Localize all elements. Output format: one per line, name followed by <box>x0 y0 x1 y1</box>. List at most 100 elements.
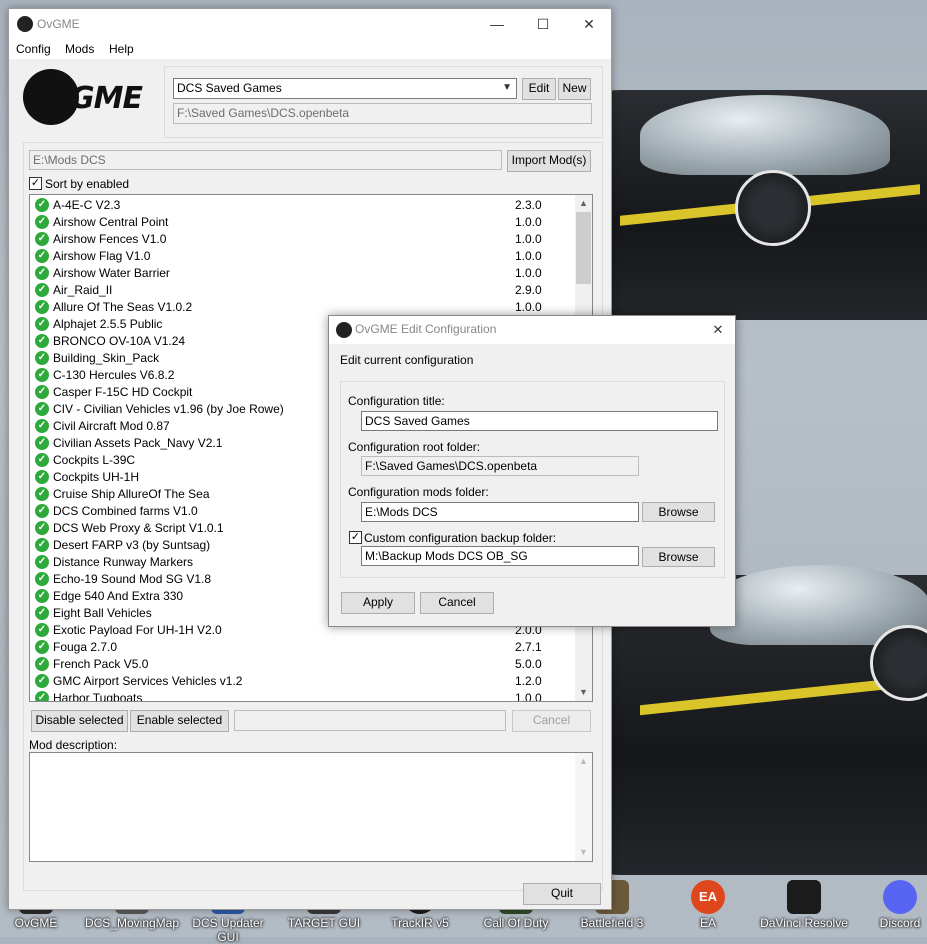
browse-mods-button[interactable]: Browse <box>642 502 715 522</box>
edit-config-button[interactable]: Edit <box>522 78 556 100</box>
mod-name: Eight Ball Vehicles <box>53 606 152 620</box>
cancel-progress-button[interactable]: Cancel <box>512 710 591 732</box>
sort-by-enabled-label: Sort by enabled <box>45 177 130 191</box>
desktop-icon-label: TARGET GUI <box>287 916 361 930</box>
ea-icon: EA <box>691 880 725 914</box>
config-title-label: Configuration title: <box>348 394 445 408</box>
enabled-check-icon: ✓ <box>35 334 49 348</box>
cancel-button[interactable]: Cancel <box>420 592 494 614</box>
menu-mods[interactable]: Mods <box>65 42 94 56</box>
enabled-check-icon: ✓ <box>35 470 49 484</box>
scroll-down-icon[interactable]: ▼ <box>575 844 592 861</box>
config-title-input[interactable]: DCS Saved Games <box>361 411 718 431</box>
mod-name: Cockpits L-39C <box>53 453 136 467</box>
mod-list-item[interactable]: ✓ Airshow Flag V1.0 1.0.0 <box>30 248 575 265</box>
sort-by-enabled-checkbox[interactable]: ✓ <box>29 177 42 190</box>
new-config-button[interactable]: New <box>558 78 591 100</box>
mod-version: 1.0.0 <box>515 266 542 280</box>
minimize-icon[interactable]: — <box>475 13 519 35</box>
desktop-icon-label: Discord <box>879 916 921 930</box>
mod-list-item[interactable]: ✓ Air_Raid_II 2.9.0 <box>30 282 575 299</box>
enabled-check-icon: ✓ <box>35 266 49 280</box>
mod-version: 1.0.0 <box>515 215 542 229</box>
quit-button[interactable]: Quit <box>523 883 601 905</box>
root-folder-field: F:\Saved Games\DCS.openbeta <box>361 456 639 476</box>
mod-version: 1.2.0 <box>515 674 542 688</box>
mod-name: Exotic Payload For UH-1H V2.0 <box>53 623 222 637</box>
enabled-check-icon: ✓ <box>35 249 49 263</box>
mod-list-item[interactable]: ✓ Harbor Tugboats 1.0.0 <box>30 690 575 702</box>
enabled-check-icon: ✓ <box>35 555 49 569</box>
enabled-check-icon: ✓ <box>35 453 49 467</box>
menu-config[interactable]: Config <box>16 42 51 56</box>
dialog-heading: Edit current configuration <box>340 353 474 367</box>
enable-selected-button[interactable]: Enable selected <box>130 710 229 732</box>
mod-name: Civilian Assets Pack_Navy V2.1 <box>53 436 223 450</box>
dialog-titlebar: OvGME Edit Configuration ✕ <box>329 316 735 344</box>
mod-list-item[interactable]: ✓ GMC Airport Services Vehicles v1.2 1.2.0 <box>30 673 575 690</box>
custom-backup-checkbox[interactable]: ✓ <box>349 531 362 544</box>
enabled-check-icon: ✓ <box>35 674 49 688</box>
enabled-check-icon: ✓ <box>35 300 49 314</box>
enabled-check-icon: ✓ <box>35 198 49 212</box>
backup-folder-input[interactable]: M:\Backup Mods DCS OB_SG <box>361 546 639 566</box>
menu-help[interactable]: Help <box>109 42 134 56</box>
scroll-down-icon[interactable]: ▼ <box>575 684 592 701</box>
mod-name: Harbor Tugboats <box>53 691 143 702</box>
mod-name: CIV - Civilian Vehicles v1.96 (by Joe Ro… <box>53 402 284 416</box>
enabled-check-icon: ✓ <box>35 368 49 382</box>
mod-name: Allure Of The Seas V1.0.2 <box>53 300 193 314</box>
import-mods-button[interactable]: Import Mod(s) <box>507 150 591 172</box>
mod-name: Desert FARP v3 (by Suntsag) <box>53 538 211 552</box>
desktop-icon-label: OvGME <box>14 916 58 930</box>
mod-list-item[interactable]: ✓ Allure Of The Seas V1.0.2 1.0.0 <box>30 299 575 316</box>
wallpaper-badge-top <box>735 170 811 246</box>
desktop-icon-discord[interactable]: Discord <box>852 880 927 930</box>
mod-name: Edge 540 And Extra 330 <box>53 589 184 603</box>
config-select[interactable]: DCS Saved Games ▼ <box>173 78 517 99</box>
desktop-icon-davinci[interactable]: DaVinci Resolve <box>756 880 852 930</box>
maximize-icon[interactable]: ☐ <box>521 13 565 35</box>
disable-selected-button[interactable]: Disable selected <box>31 710 128 732</box>
window-title: OvGME <box>37 17 80 31</box>
scroll-up-icon[interactable]: ▲ <box>575 195 592 212</box>
progress-bar <box>234 710 506 731</box>
mod-list-item[interactable]: ✓ Fouga 2.7.0 2.7.1 <box>30 639 575 656</box>
mod-version: 2.3.0 <box>515 198 542 212</box>
desktop-icon-ea[interactable]: EA EA <box>660 880 756 930</box>
mod-list-item[interactable]: ✓ Airshow Fences V1.0 1.0.0 <box>30 231 575 248</box>
mod-list-item[interactable]: ✓ A-4E-C V2.3 2.3.0 <box>30 197 575 214</box>
mod-name: Fouga 2.7.0 <box>53 640 118 654</box>
close-icon[interactable]: ✕ <box>707 320 729 340</box>
dialog-title: OvGME Edit Configuration <box>355 322 497 336</box>
enabled-check-icon: ✓ <box>35 215 49 229</box>
mod-name: Cruise Ship AllureOf The Sea <box>53 487 210 501</box>
mod-version: 2.9.0 <box>515 283 542 297</box>
mod-list-item[interactable]: ✓ Airshow Central Point 1.0.0 <box>30 214 575 231</box>
mod-name: Building_Skin_Pack <box>53 351 160 365</box>
enabled-check-icon: ✓ <box>35 436 49 450</box>
mod-name: Air_Raid_II <box>53 283 113 297</box>
mod-list-item[interactable]: ✓ French Pack V5.0 5.0.0 <box>30 656 575 673</box>
mod-name: A-4E-C V2.3 <box>53 198 121 212</box>
description-scrollbar[interactable]: ▲ ▼ <box>575 753 592 861</box>
mod-name: French Pack V5.0 <box>53 657 149 671</box>
mod-description-box[interactable]: ▲ ▼ <box>29 752 593 862</box>
davinci-resolve-icon <box>787 880 821 914</box>
enabled-check-icon: ✓ <box>35 283 49 297</box>
mods-folder-input[interactable]: E:\Mods DCS <box>361 502 639 522</box>
scroll-up-icon[interactable]: ▲ <box>575 753 592 770</box>
mod-description-label: Mod description: <box>29 738 118 752</box>
app-icon <box>336 322 352 338</box>
enabled-check-icon: ✓ <box>35 589 49 603</box>
browse-backup-button[interactable]: Browse <box>642 547 715 567</box>
mod-name: DCS Combined farms V1.0 <box>53 504 198 518</box>
apply-button[interactable]: Apply <box>341 592 415 614</box>
close-icon[interactable]: ✕ <box>567 13 611 35</box>
mod-name: C-130 Hercules V6.8.2 <box>53 368 175 382</box>
mod-list-item[interactable]: ✓ Airshow Water Barrier 1.0.0 <box>30 265 575 282</box>
enabled-check-icon: ✓ <box>35 419 49 433</box>
enabled-check-icon: ✓ <box>35 521 49 535</box>
enabled-check-icon: ✓ <box>35 385 49 399</box>
scroll-thumb[interactable] <box>576 212 591 284</box>
